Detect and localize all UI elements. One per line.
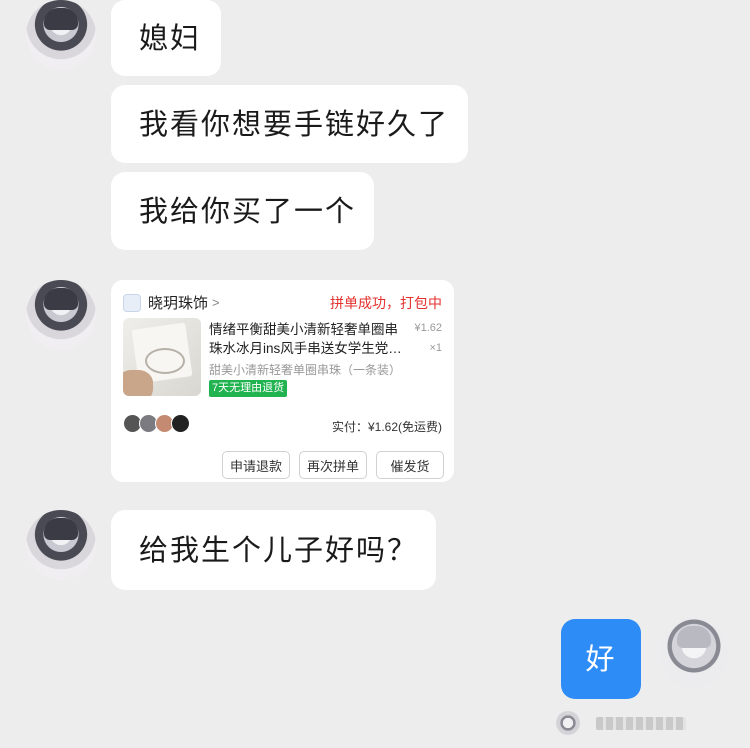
message-bubble[interactable]: 媳妇 <box>111 0 221 76</box>
sender-avatar[interactable] <box>26 280 96 350</box>
shop-name: 晓玥珠饰 <box>148 295 209 312</box>
order-status: 拼单成功，打包中 <box>330 295 442 311</box>
shop-logo-icon <box>123 293 141 312</box>
shop-link[interactable]: 晓玥珠饰 > <box>123 292 220 313</box>
message-bubble[interactable]: 给我生个儿子好吗？ <box>111 510 436 590</box>
urge-shipping-button[interactable]: 催发货 <box>376 451 444 479</box>
product-title-line: 珠水冰月ins风手串送女学生党… <box>209 341 402 356</box>
product-title[interactable]: 情绪平衡甜美小清新轻奢单圈串 珠水冰月ins风手串送女学生党… <box>209 320 404 358</box>
regroup-button[interactable]: 再次拼单 <box>299 451 367 479</box>
message-text: 媳妇 <box>139 20 202 55</box>
watermark-avatar <box>556 711 580 735</box>
product-thumbnail[interactable] <box>123 318 201 396</box>
product-spec: 甜美小清新轻奢单圈串珠（一条装） <box>209 363 402 377</box>
refund-button[interactable]: 申请退款 <box>222 451 290 479</box>
user-avatar[interactable] <box>659 618 729 688</box>
sender-avatar[interactable] <box>26 0 96 70</box>
chevron-right-icon: > <box>212 295 220 310</box>
message-text: 我给你买了一个 <box>139 193 357 228</box>
quantity: ×1 <box>429 342 442 354</box>
message-bubble-outgoing[interactable]: 好 <box>561 619 641 699</box>
message-text: 给我生个儿子好吗？ <box>139 532 419 567</box>
message-bubble[interactable]: 我看你想要手链好久了 <box>111 85 468 163</box>
return-policy-badge: 7天无理由退货 <box>209 380 288 397</box>
sender-avatar[interactable] <box>26 510 96 580</box>
order-card[interactable]: 晓玥珠饰 > 拼单成功，打包中 情绪平衡甜美小清新轻奢单圈串 珠水冰月ins风手… <box>111 280 454 482</box>
buyer-avatar <box>171 414 190 433</box>
footer-watermark <box>556 711 686 735</box>
message-text: 好 <box>585 641 617 676</box>
group-buyers <box>123 414 190 433</box>
unit-price: ¥1.62 <box>414 322 442 334</box>
message-text: 我看你想要手链好久了 <box>139 106 450 141</box>
blurred-text <box>596 716 686 730</box>
message-bubble[interactable]: 我给你买了一个 <box>111 172 374 250</box>
product-title-line: 情绪平衡甜美小清新轻奢单圈串 <box>209 322 398 337</box>
paid-amount: 实付：¥1.62(免运费) <box>331 420 442 434</box>
